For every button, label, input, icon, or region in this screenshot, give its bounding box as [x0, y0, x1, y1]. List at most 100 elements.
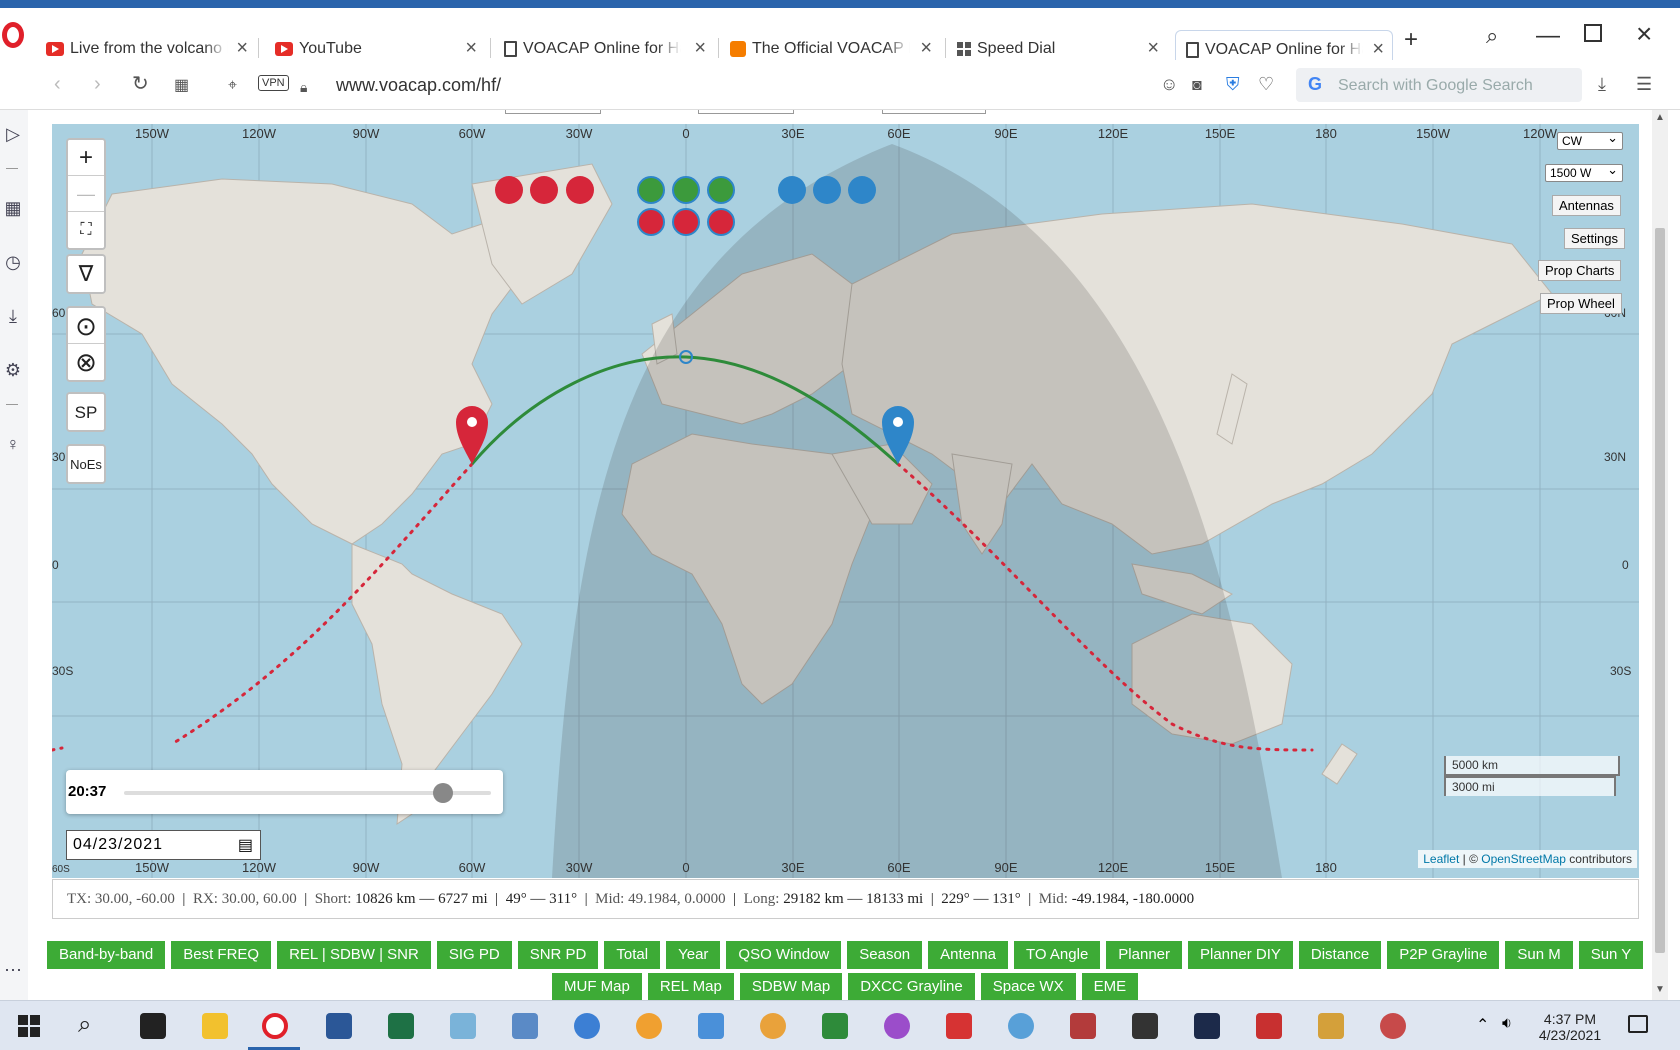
app-icon[interactable] — [698, 1013, 724, 1039]
settings-button[interactable]: Settings — [1564, 228, 1625, 249]
rel-sdbw-snr-button[interactable]: REL | SDBW | SNR — [277, 941, 431, 969]
search-input[interactable]: G Search with Google Search — [1296, 68, 1582, 102]
file-explorer-icon[interactable] — [202, 1013, 228, 1039]
scroll-down-icon[interactable]: ▼ — [1655, 984, 1665, 995]
close-icon[interactable]: × — [465, 38, 477, 58]
calendar-icon[interactable]: ▤ — [238, 835, 254, 855]
shield-icon[interactable]: ⛨ — [1226, 74, 1240, 94]
download-icon[interactable]: ⤓ — [1598, 74, 1606, 94]
forward-icon[interactable]: › — [94, 74, 101, 94]
year-button[interactable]: Year — [666, 941, 721, 969]
app-icon[interactable] — [1194, 1013, 1220, 1039]
sp-button[interactable]: SP — [68, 394, 104, 430]
search-icon[interactable]: ⌕ — [78, 1011, 91, 1039]
dxcc-grayline-button[interactable]: DXCC Grayline — [848, 973, 975, 1001]
app-icon[interactable] — [140, 1013, 166, 1039]
snr-pd-button[interactable]: SNR PD — [517, 941, 599, 969]
close-icon[interactable]: × — [1372, 39, 1384, 59]
prop-charts-button[interactable]: Prop Charts — [1538, 260, 1622, 281]
green-indicator-dot[interactable] — [637, 176, 665, 204]
app-icon[interactable] — [822, 1013, 848, 1039]
speed-dial-icon[interactable]: ▦ — [2, 198, 24, 219]
tabs-grid-icon[interactable]: ▦ — [174, 76, 189, 96]
zoom-out-button[interactable]: — — [68, 176, 104, 212]
p2p-grayline-button[interactable]: P2P Grayline — [1387, 941, 1500, 969]
red-indicator-dot[interactable] — [495, 176, 523, 204]
sdbw-map-button[interactable]: SDBW Map — [739, 973, 843, 1001]
blue-indicator-dot[interactable] — [778, 176, 806, 204]
app-icon[interactable] — [760, 1013, 786, 1039]
app-icon[interactable] — [1132, 1013, 1158, 1039]
time-slider-knob[interactable] — [433, 783, 454, 803]
band-by-band-button[interactable]: Band-by-band — [47, 941, 166, 969]
sig-pd-button[interactable]: SIG PD — [436, 941, 512, 969]
url-field[interactable]: www.voacap.com/hf/ — [336, 75, 501, 96]
green-indicator-dot[interactable] — [707, 176, 735, 204]
osm-link[interactable]: OpenStreetMap — [1481, 852, 1566, 866]
close-icon[interactable]: × — [1147, 38, 1159, 58]
close-icon[interactable]: × — [694, 38, 706, 58]
leaflet-link[interactable]: Leaflet — [1423, 852, 1459, 866]
clock[interactable]: 4:37 PM 4/23/2021 — [1536, 1011, 1604, 1043]
notifications-icon[interactable] — [1628, 1015, 1648, 1033]
app-icon[interactable] — [636, 1013, 662, 1039]
lock-icon[interactable]: 🔒︎ — [300, 77, 307, 97]
tray-chevron-icon[interactable]: ⌃ — [1476, 1015, 1489, 1035]
app-icon[interactable] — [884, 1013, 910, 1039]
planner-button[interactable]: Planner — [1106, 941, 1182, 969]
reload-icon[interactable]: ↻ — [132, 74, 149, 94]
thunderbird-icon[interactable] — [574, 1013, 600, 1039]
eme-button[interactable]: EME — [1081, 973, 1139, 1001]
power-select[interactable]: 1500 W — [1545, 162, 1623, 182]
history-icon[interactable]: ◷ — [2, 252, 24, 273]
close-icon[interactable]: × — [920, 38, 932, 58]
minimize-icon[interactable]: — — [1536, 24, 1560, 48]
antenna-button[interactable]: Antenna — [928, 941, 1009, 969]
app-icon[interactable] — [512, 1013, 538, 1039]
close-icon[interactable]: × — [236, 38, 248, 58]
best-freq-button[interactable]: Best FREQ — [171, 941, 272, 969]
propagation-map[interactable]: 150W 120W 90W 60W 30W 0 30E 60E 90E 120E… — [52, 124, 1639, 878]
vpn-badge[interactable]: VPN — [258, 75, 289, 91]
excel-icon[interactable] — [388, 1013, 414, 1039]
antennas-button[interactable]: Antennas — [1552, 195, 1621, 216]
prop-wheel-button[interactable]: Prop Wheel — [1540, 293, 1622, 314]
distance-button[interactable]: Distance — [1298, 941, 1382, 969]
settings-gear-icon[interactable]: ⚙ — [2, 360, 24, 381]
app-icon[interactable] — [1380, 1013, 1406, 1039]
lightbulb-icon[interactable]: ♀ — [2, 434, 24, 455]
close-window-icon[interactable]: × — [1636, 20, 1652, 48]
triangle-filter-icon[interactable]: ∇ — [68, 256, 104, 292]
red-indicator-dot[interactable] — [707, 208, 735, 236]
space-wx-button[interactable]: Space WX — [980, 973, 1076, 1001]
new-tab-button[interactable]: + — [1404, 28, 1418, 52]
qso-window-button[interactable]: QSO Window — [726, 941, 842, 969]
red-indicator-dot[interactable] — [530, 176, 558, 204]
back-icon[interactable]: ‹ — [54, 74, 61, 94]
app-icon[interactable] — [1008, 1013, 1034, 1039]
circle-dot-icon[interactable]: ⊙ — [68, 308, 104, 344]
blue-indicator-dot[interactable] — [848, 176, 876, 204]
red-indicator-dot[interactable] — [637, 208, 665, 236]
app-icon[interactable] — [450, 1013, 476, 1039]
noes-button[interactable]: NoEs — [68, 446, 104, 482]
red-indicator-dot[interactable] — [672, 208, 700, 236]
maximize-icon[interactable] — [1584, 24, 1602, 42]
hidden-input-1[interactable] — [505, 110, 601, 114]
hidden-input-3[interactable] — [882, 110, 986, 114]
hidden-input-2[interactable] — [698, 110, 794, 114]
fullscreen-icon[interactable]: ⛶ — [68, 212, 104, 248]
scroll-up-icon[interactable]: ▲ — [1655, 112, 1665, 123]
location-icon[interactable]: ⌖ — [228, 76, 237, 96]
green-indicator-dot[interactable] — [672, 176, 700, 204]
downloads-icon[interactable]: ⤓ — [2, 306, 24, 327]
opera-logo-icon[interactable] — [2, 22, 24, 48]
blue-indicator-dot[interactable] — [813, 176, 841, 204]
flag-icon[interactable] — [1070, 1013, 1096, 1039]
total-button[interactable]: Total — [604, 941, 661, 969]
date-input[interactable]: 04/23/2021 ▤ — [66, 830, 261, 860]
app-icon[interactable] — [1256, 1013, 1282, 1039]
word-icon[interactable] — [326, 1013, 352, 1039]
scrollbar-thumb[interactable] — [1655, 228, 1665, 953]
camera-icon[interactable]: ◙ — [1192, 76, 1202, 96]
